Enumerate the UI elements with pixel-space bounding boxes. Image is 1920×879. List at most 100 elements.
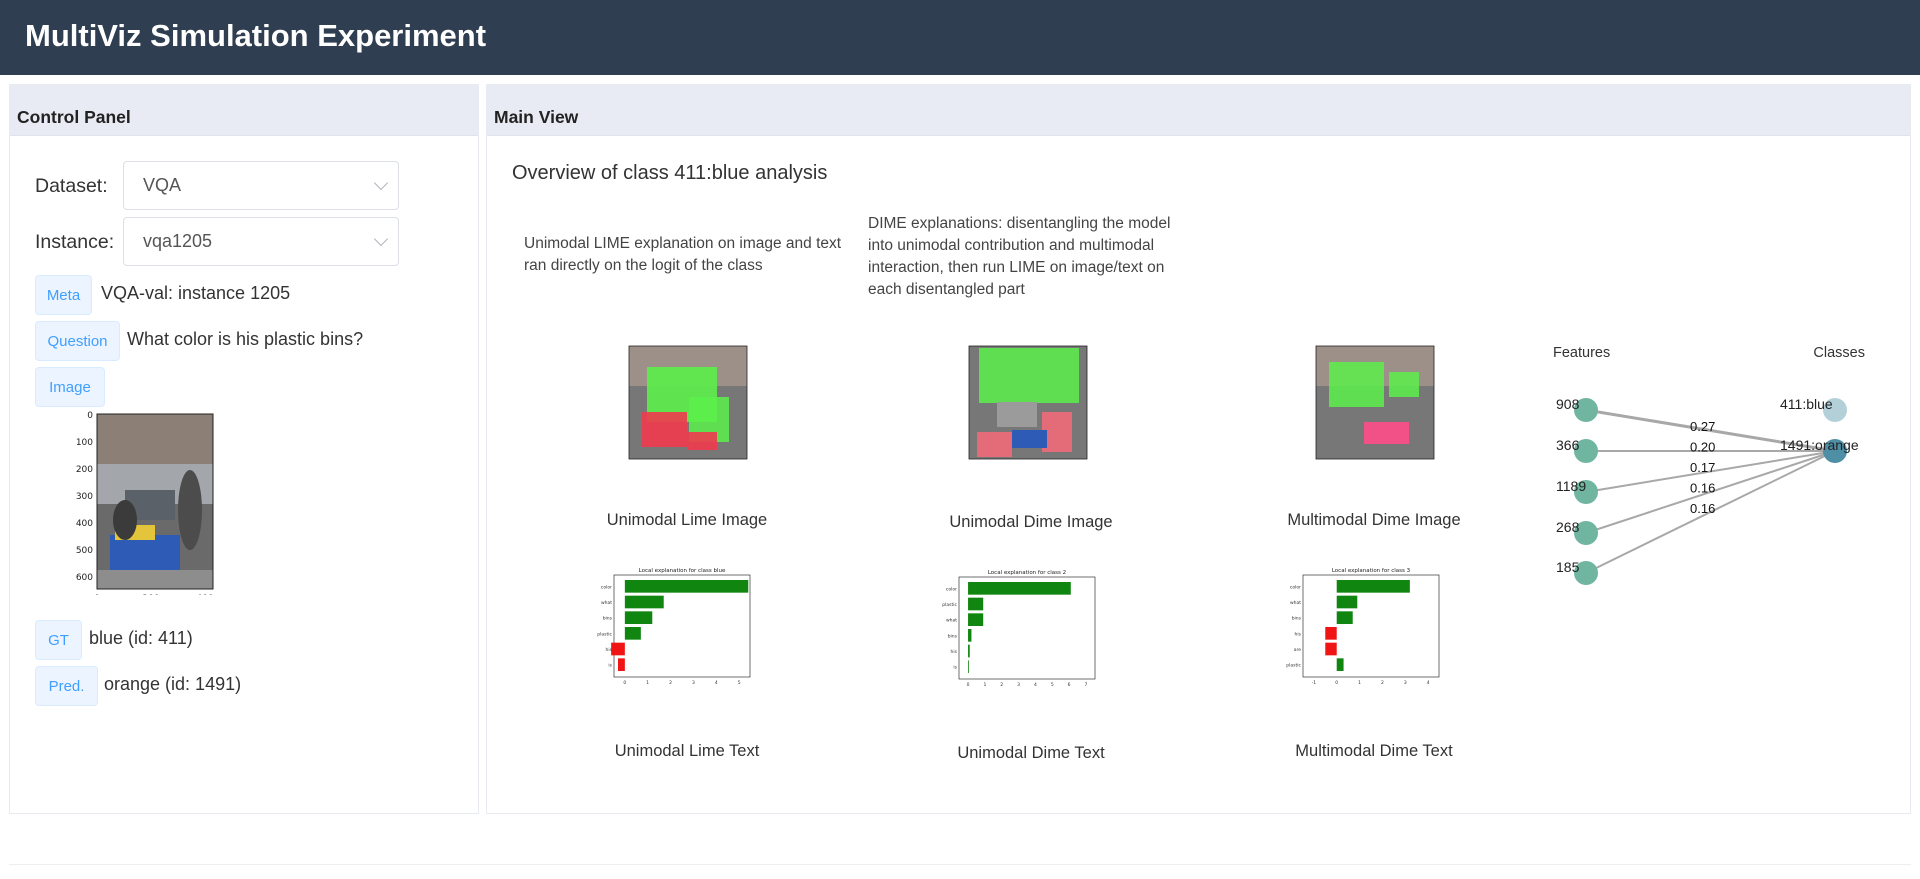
unimodal-lime-image-plot	[628, 345, 748, 460]
instance-value: vqa1205	[143, 231, 213, 251]
text-chart-bar	[968, 629, 972, 642]
image-x-tick: 200	[142, 594, 159, 595]
chevron-down-icon	[373, 231, 389, 247]
feature-class-graph: Features Classes 0.27 0.20 0.17 0.16 0.16 90…	[1553, 345, 1865, 585]
text-chart-title: Local explanation for class 2	[988, 570, 1066, 576]
pred-tag: Pred.	[35, 666, 98, 706]
lime-description: Unimodal LIME explanation on image and t…	[524, 235, 842, 274]
gt-tag: GT	[35, 620, 82, 660]
image-y-tick: 500	[76, 546, 93, 556]
text-chart-bar	[618, 658, 625, 671]
text-chart-xtick: 2	[669, 680, 672, 685]
unimodal-dime-text-caption: Unimodal Dime Text	[957, 744, 1105, 762]
unimodal-lime-text-chart: Local explanation for class blue color wha…	[597, 568, 751, 685]
feature-node-label: 366	[1556, 437, 1580, 453]
text-chart-xtick: 4	[1427, 680, 1430, 685]
multimodal-dime-image-plot	[1315, 345, 1435, 460]
text-chart-word: plastic	[942, 602, 957, 608]
text-chart-word: what	[946, 618, 957, 624]
text-chart-word: color	[946, 586, 957, 592]
text-chart-bar	[968, 582, 1071, 595]
pred-value: orange (id: 1491)	[104, 674, 242, 694]
text-chart-xtick: 3	[1404, 680, 1407, 685]
text-chart-word: his	[1295, 631, 1302, 637]
text-chart-bar	[968, 644, 970, 658]
text-chart-xtick: 2	[1381, 680, 1384, 685]
multimodal-dime-image-caption: Multimodal Dime Image	[1287, 511, 1461, 529]
instance-label: Instance:	[35, 231, 115, 253]
text-chart-word: color	[601, 584, 612, 590]
text-chart-xtick: 0	[967, 682, 970, 687]
text-chart-bar	[624, 611, 653, 624]
image-y-tick: 600	[76, 573, 93, 583]
text-chart-bar	[1336, 580, 1410, 593]
meta-tag: Meta	[35, 275, 92, 315]
text-chart-bar	[624, 595, 664, 609]
edge-weight-label: 0.20	[1690, 440, 1715, 455]
text-chart-title: Local explanation for class 3	[1332, 568, 1411, 574]
image-tag: Image	[35, 367, 105, 407]
text-chart-bar	[968, 597, 984, 611]
image-x-tick: 0	[94, 594, 100, 595]
text-chart-xtick: 5	[1051, 682, 1054, 687]
question-value: What color is his plastic bins?	[127, 329, 364, 349]
class-node-label: 411:blue	[1780, 396, 1833, 412]
dataset-select[interactable]: VQA	[123, 161, 399, 210]
text-chart-bar	[624, 580, 749, 593]
text-chart-word: bins	[1292, 616, 1302, 622]
edge-weight-label: 0.27	[1690, 419, 1715, 434]
text-chart-xtick: 4	[1034, 682, 1037, 687]
feature-node-label: 1189	[1556, 478, 1586, 494]
text-chart-xtick: -1	[1312, 680, 1317, 685]
multimodal-dime-text-caption: Multimodal Dime Text	[1295, 742, 1453, 760]
text-chart-bar	[1336, 611, 1353, 624]
text-chart-xtick: 2	[1000, 682, 1003, 687]
text-chart-word: plastic	[597, 631, 612, 637]
image-y-tick: 200	[76, 465, 93, 475]
app-header: MultiViz Simulation Experiment	[0, 0, 1920, 75]
text-chart-xtick: 6	[1068, 682, 1071, 687]
edge-weight-label: 0.16	[1690, 501, 1715, 516]
text-chart-bar	[1325, 627, 1337, 640]
meta-value: VQA-val: instance 1205	[101, 283, 291, 303]
text-chart-xtick: 7	[1085, 682, 1088, 687]
edge-weight-label: 0.16	[1690, 481, 1715, 496]
text-chart-word: bins	[948, 633, 958, 639]
unimodal-dime-image-caption: Unimodal Dime Image	[949, 513, 1113, 531]
text-chart-bar	[624, 627, 641, 640]
footer-divider	[9, 864, 1911, 865]
control-panel-heading: Control Panel	[10, 85, 478, 136]
text-chart-word: is	[608, 663, 612, 669]
text-chart-bar	[1336, 595, 1358, 609]
feature-node-label: 268	[1556, 519, 1580, 535]
features-label: Features	[1553, 345, 1610, 361]
text-chart-bar	[968, 613, 984, 626]
gt-value: blue (id: 411)	[89, 628, 193, 648]
unimodal-dime-text-chart: Local explanation for class 2 color plasti…	[942, 570, 1096, 687]
main-view: Main View Overview of class 411:blue ana…	[486, 84, 1911, 814]
text-chart-word: his	[606, 647, 613, 653]
unimodal-dime-image-plot	[968, 345, 1088, 460]
text-chart-xtick: 1	[983, 682, 986, 687]
overview-title: Overview of class 411:blue analysis	[512, 162, 828, 184]
text-chart-xtick: 0	[1335, 680, 1338, 685]
app-title: MultiViz Simulation Experiment	[25, 18, 487, 53]
text-chart-word: plastic	[1286, 663, 1301, 669]
text-chart-word: what	[601, 600, 612, 606]
class-node-label: 1491:orange	[1780, 437, 1859, 453]
feature-node-label: 185	[1556, 559, 1580, 575]
text-chart-word: is	[953, 665, 957, 671]
instance-select[interactable]: vqa1205	[123, 217, 399, 266]
text-chart-bar	[968, 660, 969, 673]
text-chart-word: color	[1290, 584, 1301, 590]
text-chart-word: are	[1294, 647, 1302, 653]
text-chart-xtick: 3	[1017, 682, 1020, 687]
question-tag: Question	[35, 321, 120, 361]
input-image-plot: 0 100 200 300 400 500 600 0 200 400	[76, 411, 214, 595]
edge-weight-label: 0.17	[1690, 460, 1715, 475]
image-y-tick: 400	[76, 519, 93, 529]
text-chart-word: bins	[603, 616, 613, 622]
text-chart-xtick: 5	[738, 680, 741, 685]
text-chart-xtick: 1	[1358, 680, 1361, 685]
text-chart-xtick: 3	[692, 680, 695, 685]
